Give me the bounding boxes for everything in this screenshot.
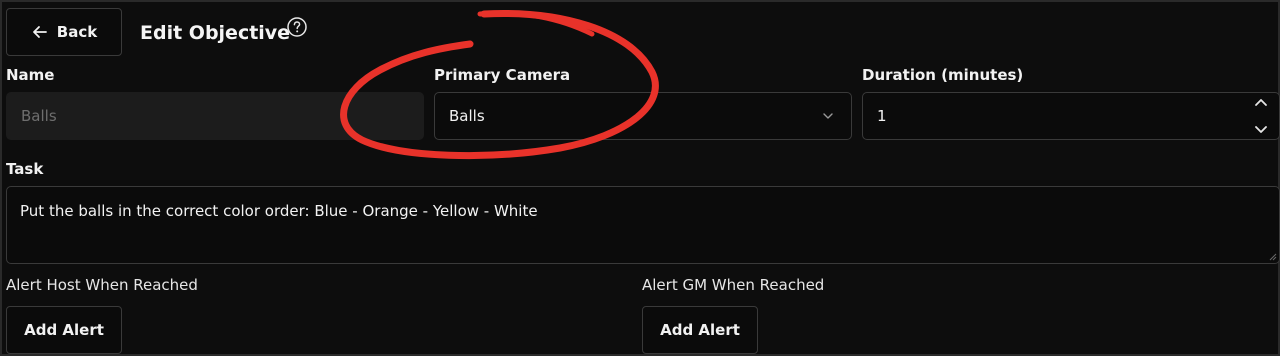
page-title: Edit Objective xyxy=(140,22,291,44)
add-gm-alert-button[interactable]: Add Alert xyxy=(642,306,758,354)
question-circle-icon[interactable] xyxy=(286,16,308,38)
add-host-alert-label: Add Alert xyxy=(24,321,104,339)
resize-grip-icon[interactable] xyxy=(1267,251,1277,261)
primary-camera-label: Primary Camera xyxy=(434,66,571,84)
task-textarea[interactable]: Put the balls in the correct color order… xyxy=(6,186,1280,264)
task-label: Task xyxy=(6,160,44,178)
duration-stepper[interactable] xyxy=(1247,95,1275,137)
name-value: Balls xyxy=(21,107,57,125)
duration-value: 1 xyxy=(877,107,887,125)
chevron-down-icon xyxy=(823,113,833,119)
task-value: Put the balls in the correct color order… xyxy=(20,202,538,220)
back-button[interactable]: Back xyxy=(6,8,122,56)
name-label: Name xyxy=(6,66,55,84)
arrow-left-icon xyxy=(32,26,47,38)
alert-host-label: Alert Host When Reached xyxy=(6,276,198,294)
back-label: Back xyxy=(56,23,98,41)
chevron-down-icon[interactable] xyxy=(1253,121,1269,137)
primary-camera-select[interactable]: Balls xyxy=(434,92,852,140)
alert-gm-label: Alert GM When Reached xyxy=(642,276,825,294)
duration-label: Duration (minutes) xyxy=(862,66,1024,84)
duration-input[interactable]: 1 xyxy=(862,92,1280,140)
name-input[interactable]: Balls xyxy=(6,92,424,140)
primary-camera-value: Balls xyxy=(449,107,485,125)
add-host-alert-button[interactable]: Add Alert xyxy=(6,306,122,354)
add-gm-alert-label: Add Alert xyxy=(660,321,740,339)
edit-objective-panel: Back Edit Objective Name Balls Primary C… xyxy=(0,0,1280,356)
chevron-up-icon[interactable] xyxy=(1253,95,1269,111)
